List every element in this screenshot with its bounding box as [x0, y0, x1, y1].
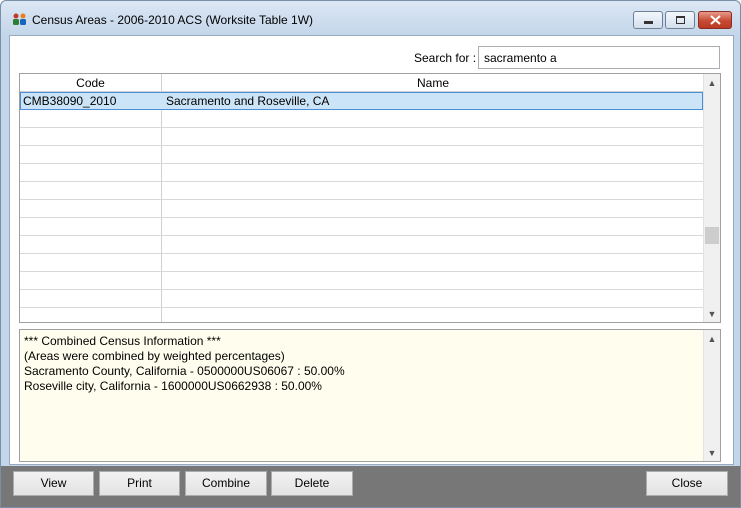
cell-name-empty	[163, 128, 703, 145]
info-line: *** Combined Census Information ***	[24, 334, 221, 348]
grid-vertical-scrollbar[interactable]: ▲ ▼	[703, 74, 720, 322]
table-row-empty[interactable]	[20, 308, 703, 322]
info-line: Roseville city, California - 1600000US06…	[24, 379, 322, 393]
minimize-button[interactable]	[633, 11, 663, 29]
combined-census-info-textarea[interactable]: *** Combined Census Information *** (Are…	[19, 329, 721, 462]
scroll-down-arrow-icon[interactable]: ▼	[704, 444, 720, 461]
search-input[interactable]	[478, 46, 720, 69]
cell-name-empty	[163, 110, 703, 127]
delete-button[interactable]: Delete	[271, 471, 353, 496]
view-button[interactable]: View	[13, 471, 94, 496]
info-line: (Areas were combined by weighted percent…	[24, 349, 285, 363]
cell-code-empty	[20, 146, 162, 163]
title-bar[interactable]: Census Areas - 2006-2010 ACS (Worksite T…	[1, 1, 740, 35]
scroll-down-arrow-icon[interactable]: ▼	[704, 305, 720, 322]
cell-code-empty	[20, 164, 162, 181]
cell-name-empty	[163, 182, 703, 199]
info-vertical-scrollbar[interactable]: ▲ ▼	[703, 330, 720, 461]
cell-code-empty	[20, 182, 162, 199]
cell-code-empty	[20, 110, 162, 127]
close-button[interactable]: Close	[646, 471, 728, 496]
cell-code-empty	[20, 128, 162, 145]
scroll-up-arrow-icon[interactable]: ▲	[704, 330, 720, 347]
cell-name-empty	[163, 254, 703, 271]
cell-name-empty	[163, 218, 703, 235]
search-label: Search for :	[414, 51, 477, 65]
table-row-empty[interactable]	[20, 254, 703, 272]
table-row-empty[interactable]	[20, 182, 703, 200]
cell-name-empty	[163, 164, 703, 181]
print-button[interactable]: Print	[99, 471, 180, 496]
cell-code-empty	[20, 236, 162, 253]
button-bar: View Print Combine Delete Close	[1, 466, 740, 507]
census-people-icon	[13, 13, 26, 25]
close-icon	[709, 15, 721, 25]
cell-code-empty	[20, 290, 162, 307]
table-row-empty[interactable]	[20, 164, 703, 182]
table-row-empty[interactable]	[20, 128, 703, 146]
maximize-icon	[675, 16, 685, 24]
column-header-code[interactable]: Code	[20, 74, 162, 92]
scroll-up-arrow-icon[interactable]: ▲	[704, 74, 720, 91]
table-row-empty[interactable]	[20, 200, 703, 218]
table-row-empty[interactable]	[20, 110, 703, 128]
cell-name-empty	[163, 200, 703, 217]
cell-code-empty	[20, 308, 162, 322]
cell-code-empty	[20, 272, 162, 289]
table-row-selected[interactable]: CMB38090_2010 Sacramento and Roseville, …	[20, 92, 703, 110]
window-title: Census Areas - 2006-2010 ACS (Worksite T…	[32, 13, 314, 27]
grid-header: Code Name	[20, 74, 703, 92]
column-header-name[interactable]: Name	[163, 74, 703, 92]
table-row-empty[interactable]	[20, 218, 703, 236]
cell-name-empty	[163, 272, 703, 289]
cell-name-empty	[163, 308, 703, 322]
combine-button[interactable]: Combine	[185, 471, 267, 496]
maximize-button[interactable]	[665, 11, 695, 29]
table-row-empty[interactable]	[20, 236, 703, 254]
close-window-button[interactable]	[698, 11, 732, 29]
table-row-empty[interactable]	[20, 272, 703, 290]
dialog-body: Search for : Code Name CMB38090_2010 Sac…	[9, 35, 734, 465]
scroll-thumb[interactable]	[705, 227, 719, 244]
cell-name-empty	[163, 146, 703, 163]
census-areas-grid[interactable]: Code Name CMB38090_2010 Sacramento and R…	[19, 73, 721, 323]
cell-code-empty	[20, 254, 162, 271]
cell-name-empty	[163, 290, 703, 307]
cell-code: CMB38090_2010	[23, 94, 117, 108]
cell-code-empty	[20, 218, 162, 235]
cell-code-empty	[20, 200, 162, 217]
cell-name: Sacramento and Roseville, CA	[166, 94, 330, 108]
cell-name-empty	[163, 236, 703, 253]
table-row-empty[interactable]	[20, 290, 703, 308]
census-areas-window: Census Areas - 2006-2010 ACS (Worksite T…	[0, 0, 741, 508]
minimize-icon	[643, 20, 653, 24]
grid-rows: CMB38090_2010 Sacramento and Roseville, …	[20, 92, 703, 322]
info-text: *** Combined Census Information *** (Are…	[24, 334, 345, 394]
info-line: Sacramento County, California - 0500000U…	[24, 364, 345, 378]
table-row-empty[interactable]	[20, 146, 703, 164]
